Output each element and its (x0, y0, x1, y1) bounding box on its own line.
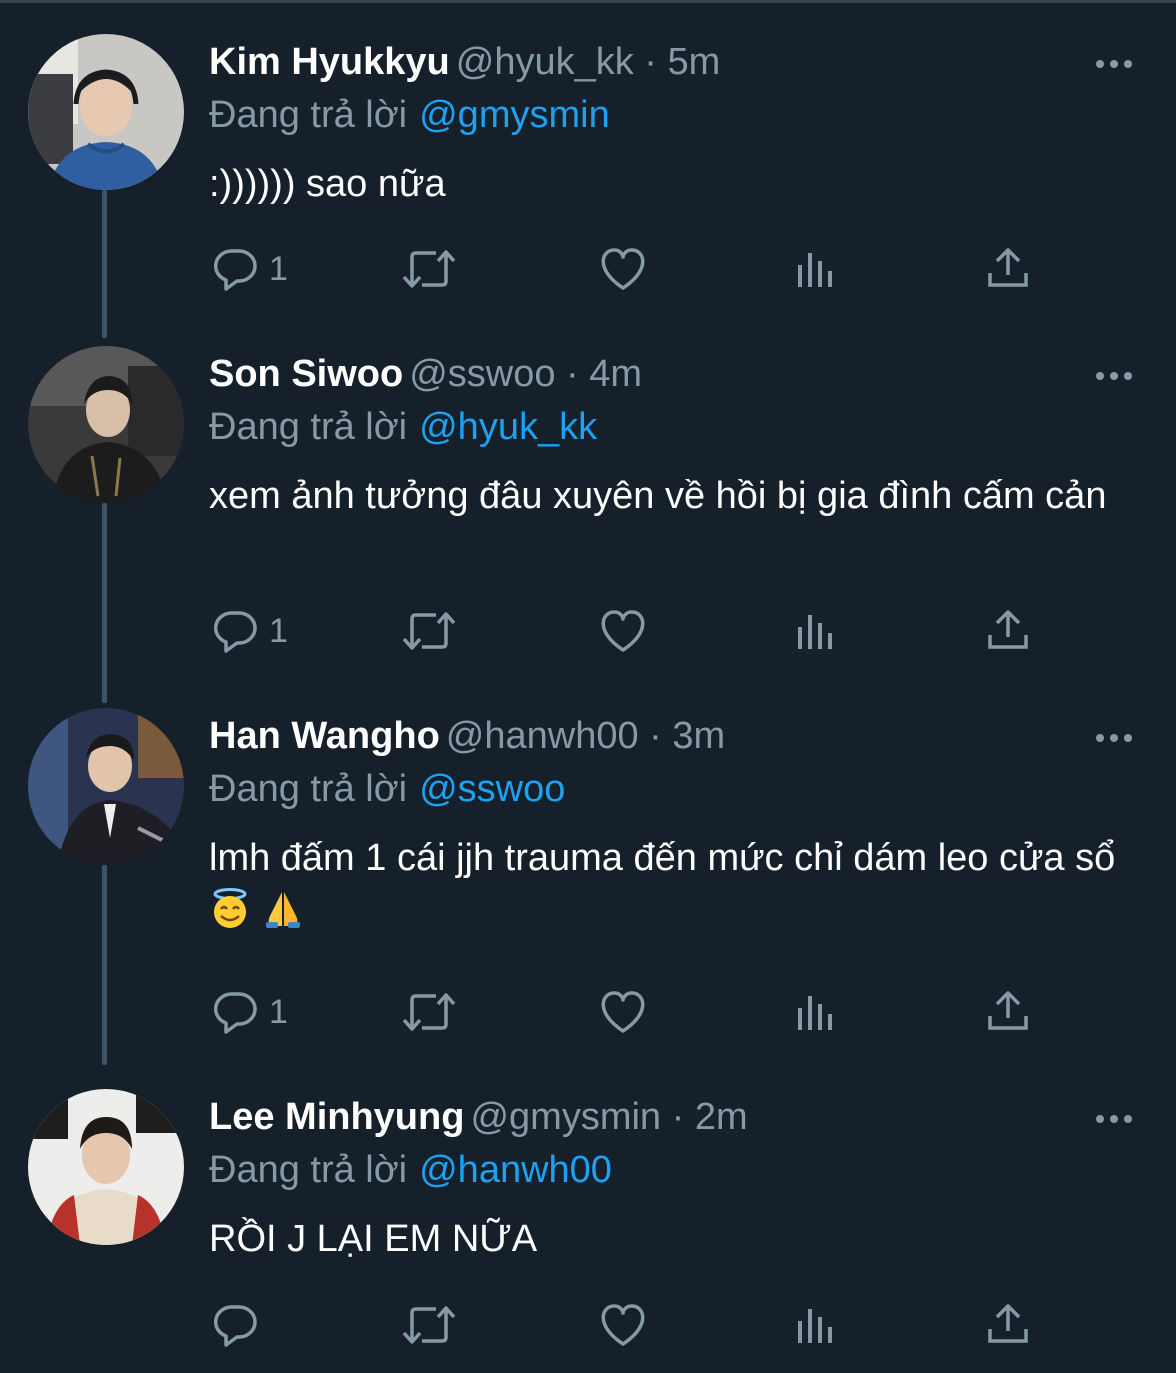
reply-icon (213, 249, 257, 291)
retweet-button[interactable] (400, 239, 458, 299)
like-button[interactable] (598, 982, 648, 1042)
reply-button[interactable] (211, 1295, 269, 1355)
reply-icon (213, 1305, 257, 1347)
action-bar: 1 (0, 982, 1176, 1042)
reply-count: 1 (269, 611, 288, 650)
replying-to-handle[interactable]: @gmysmin (419, 94, 610, 136)
analytics-button[interactable] (796, 1295, 838, 1355)
avatar[interactable] (28, 708, 184, 864)
reply-count: 1 (269, 992, 288, 1031)
retweet-button[interactable] (400, 601, 458, 661)
tweet-text: lmh đấm 1 cái jjh trauma đến mức chỉ dám… (209, 832, 1129, 944)
more-icon[interactable] (1092, 726, 1136, 750)
action-bar (0, 1295, 1176, 1355)
analytics-icon (798, 615, 832, 649)
reply-icon (213, 992, 257, 1034)
display-name[interactable]: Kim Hyukkyu (209, 41, 450, 83)
smiling-face-with-halo-emoji (209, 888, 251, 944)
avatar[interactable] (28, 346, 184, 502)
replying-to: Đang trả lời @sswoo (209, 765, 565, 813)
replying-to-label: Đang trả lời (209, 768, 408, 810)
folded-hands-emoji (262, 888, 304, 944)
replying-to: Đang trả lời @hanwh00 (209, 1146, 612, 1194)
analytics-icon (798, 1309, 832, 1343)
reply-button[interactable]: 1 (211, 601, 288, 661)
handle-and-time[interactable]: @sswoo · 4m (409, 353, 642, 395)
more-icon[interactable] (1092, 364, 1136, 388)
reply-icon (213, 611, 257, 653)
like-button[interactable] (598, 1295, 648, 1355)
replying-to-label: Đang trả lời (209, 406, 408, 448)
replying-to-handle[interactable]: @sswoo (419, 768, 565, 810)
more-icon[interactable] (1092, 52, 1136, 76)
replying-to-handle[interactable]: @hanwh00 (419, 1149, 612, 1191)
retweet-icon (402, 612, 456, 650)
tweet-text: xem ảnh tưởng đâu xuyên về hồi bị gia đì… (209, 475, 1107, 517)
retweet-button[interactable] (400, 982, 458, 1042)
retweet-icon (402, 993, 456, 1031)
replying-to: Đang trả lời @hyuk_kk (209, 403, 597, 451)
more-icon[interactable] (1092, 1107, 1136, 1131)
replying-to-label: Đang trả lời (209, 1149, 408, 1191)
action-bar: 1 (0, 601, 1176, 661)
display-name[interactable]: Han Wangho (209, 715, 440, 757)
tweet-text: RỒI J LẠI EM NỮA (209, 1218, 538, 1260)
replying-to: Đang trả lời @gmysmin (209, 91, 610, 139)
tweet-header: Lee Minhyung @gmysmin · 2m (209, 1093, 748, 1141)
share-button[interactable] (986, 982, 1030, 1042)
like-icon (601, 610, 645, 652)
share-icon (988, 610, 1028, 649)
share-icon (988, 991, 1028, 1030)
reply-count: 1 (269, 249, 288, 288)
avatar[interactable] (28, 1089, 184, 1245)
like-icon (601, 991, 645, 1033)
retweet-icon (402, 1306, 456, 1344)
like-button[interactable] (598, 239, 648, 299)
display-name[interactable]: Lee Minhyung (209, 1096, 464, 1138)
reply-button[interactable]: 1 (211, 982, 288, 1042)
analytics-button[interactable] (796, 982, 838, 1042)
handle-and-time[interactable]: @hyuk_kk · 5m (456, 41, 721, 83)
handle-and-time[interactable]: @hanwh00 · 3m (446, 715, 725, 757)
retweet-icon (402, 250, 456, 288)
like-icon (601, 1304, 645, 1346)
replying-to-label: Đang trả lời (209, 94, 408, 136)
like-icon (601, 248, 645, 290)
replying-to-handle[interactable]: @hyuk_kk (419, 406, 597, 448)
tweet-text: :)))))) sao nữa (209, 163, 446, 205)
action-bar: 1 (0, 239, 1176, 299)
retweet-button[interactable] (400, 1295, 458, 1355)
share-icon (988, 248, 1028, 287)
reply-button[interactable]: 1 (211, 239, 288, 299)
analytics-icon (798, 253, 832, 287)
tweet-header: Son Siwoo @sswoo · 4m (209, 350, 642, 398)
analytics-button[interactable] (796, 601, 838, 661)
tweet-header: Kim Hyukkyu @hyuk_kk · 5m (209, 38, 720, 86)
avatar[interactable] (28, 34, 184, 190)
analytics-button[interactable] (796, 239, 838, 299)
like-button[interactable] (598, 601, 648, 661)
handle-and-time[interactable]: @gmysmin · 2m (470, 1096, 747, 1138)
analytics-icon (798, 996, 832, 1030)
share-button[interactable] (986, 1295, 1030, 1355)
share-button[interactable] (986, 239, 1030, 299)
top-divider (0, 0, 1176, 3)
tweet-text-content: lmh đấm 1 cái jjh trauma đến mức chỉ dám… (209, 837, 1116, 879)
share-icon (988, 1304, 1028, 1343)
share-button[interactable] (986, 601, 1030, 661)
display-name[interactable]: Son Siwoo (209, 353, 403, 395)
tweet-header: Han Wangho @hanwh00 · 3m (209, 712, 725, 760)
